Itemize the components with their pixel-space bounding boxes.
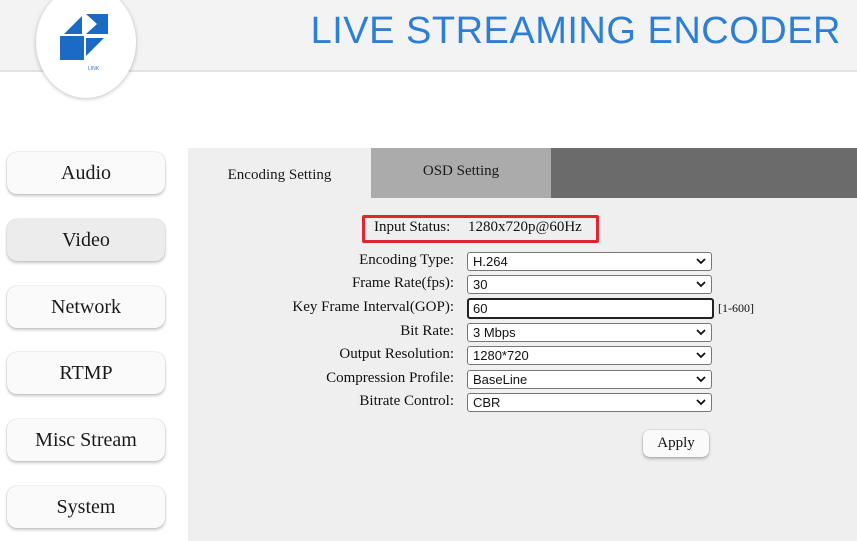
output-resolution-value: 1280*720: [473, 348, 529, 363]
apply-button[interactable]: Apply: [643, 430, 709, 457]
input-status-value: 1280x720p@60Hz: [468, 219, 582, 235]
chevron-down-icon: [696, 281, 706, 288]
logo-badge: LINK: [36, 0, 136, 98]
chevron-down-icon: [696, 329, 706, 336]
chevron-down-icon: [696, 352, 706, 359]
encoding-type-label: Encoding Type:: [359, 252, 454, 268]
bit-rate-select[interactable]: 3 Mbps: [467, 323, 712, 342]
bitrate-control-value: CBR: [473, 395, 501, 410]
tab-bar: Encoding Setting OSD Setting: [188, 148, 857, 198]
gop-range-hint: [1-600]: [718, 301, 754, 315]
gop-input[interactable]: 60: [467, 298, 714, 319]
bit-rate-value: 3 Mbps: [473, 325, 516, 340]
bitrate-control-label: Bitrate Control:: [359, 393, 454, 409]
gop-label: Key Frame Interval(GOP):: [292, 299, 454, 315]
bit-rate-label: Bit Rate:: [400, 323, 454, 339]
compression-profile-select[interactable]: BaseLine: [467, 370, 712, 389]
sidebar-item-system[interactable]: System: [7, 486, 165, 528]
bitrate-control-select[interactable]: CBR: [467, 393, 712, 412]
brand-logo-icon: [60, 14, 108, 60]
input-status-label: Input Status:: [374, 219, 451, 235]
tab-osd-setting[interactable]: OSD Setting: [371, 148, 551, 198]
sidebar-item-video[interactable]: Video: [7, 219, 165, 261]
encoding-type-value: H.264: [473, 254, 508, 269]
chevron-down-icon: [696, 399, 706, 406]
output-resolution-select[interactable]: 1280*720: [467, 346, 712, 365]
encoding-type-select[interactable]: H.264: [467, 252, 712, 271]
compression-profile-label: Compression Profile:: [326, 370, 454, 386]
compression-profile-value: BaseLine: [473, 372, 528, 387]
frame-rate-select[interactable]: 30: [467, 275, 712, 294]
app-title: LIVE STREAMING ENCODER: [310, 10, 841, 52]
sidebar-item-audio[interactable]: Audio: [7, 152, 165, 194]
sidebar-item-misc-stream[interactable]: Misc Stream: [7, 419, 165, 461]
frame-rate-label: Frame Rate(fps):: [351, 275, 454, 291]
chevron-down-icon: [696, 376, 706, 383]
chevron-down-icon: [696, 258, 706, 265]
tab-encoding-setting[interactable]: Encoding Setting: [188, 148, 371, 198]
output-resolution-label: Output Resolution:: [339, 346, 454, 362]
frame-rate-value: 30: [473, 277, 488, 292]
logo-caption: LINK: [88, 66, 100, 72]
sidebar-item-rtmp[interactable]: RTMP: [7, 352, 165, 394]
sidebar-item-network[interactable]: Network: [7, 286, 165, 328]
